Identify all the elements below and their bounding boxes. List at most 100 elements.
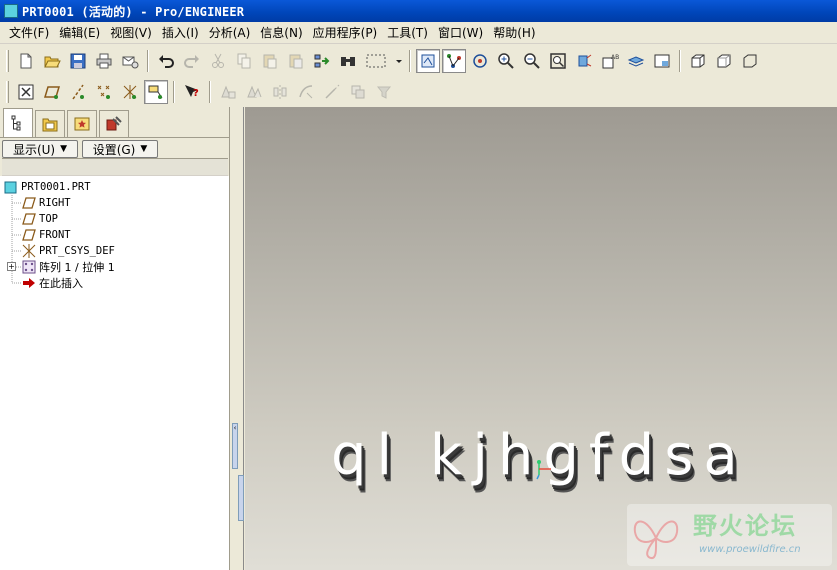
menu-insert[interactable]: 插入(I) [157,24,204,41]
model-tree-header [2,158,228,176]
watermark-url: www.proewildfire.cn [699,544,801,555]
csys-display-icon[interactable] [118,80,142,104]
view-manager-icon[interactable] [650,49,674,73]
send-mail-icon[interactable] [118,49,142,73]
site-watermark: 野火论坛 www.proewildfire.cn [627,504,832,566]
datum-plane-icon [22,212,36,226]
chevron-down-icon: ▼ [140,144,148,154]
tree-item-label: FRONT [39,229,71,241]
spin-center-icon[interactable] [442,49,466,73]
csys-triad-icon [536,460,551,480]
collapse-panel-handle[interactable]: ‹ [232,423,238,469]
tree-root-part[interactable]: PRT0001.PRT [4,179,91,195]
navigator-controls: 显示(U) ▼ 设置(G) ▼ [0,138,229,160]
tree-item-top[interactable]: TOP [22,211,58,227]
orient-mode-icon[interactable] [468,49,492,73]
tree-item-label: 在此插入 [39,277,83,290]
paste-icon[interactable] [258,49,282,73]
tree-item-right[interactable]: RIGHT [22,195,71,211]
context-help-icon[interactable]: ? [180,80,204,104]
menu-help[interactable]: 帮助(H) [488,24,540,41]
graphics-window[interactable]: ql kjhgfdsa [245,107,837,570]
tree-item-label: RIGHT [39,197,71,209]
datum-plane-icon [22,228,36,242]
cut-icon[interactable] [206,49,230,73]
tree-expander-icon[interactable]: + [7,262,16,271]
menu-file[interactable]: 文件(F) [4,24,54,41]
tree-item-csys[interactable]: PRT_CSYS_DEF [22,243,115,259]
title-bar: PRT0001 (活动的) - Pro/ENGINEER [0,0,837,22]
hidden-line-icon[interactable] [712,49,736,73]
datum-point-display-icon[interactable] [92,80,116,104]
selection-box-icon[interactable] [362,49,392,73]
toolbar-separator [209,80,211,103]
tree-item-pattern[interactable]: 阵列 1 / 拉伸 1 [22,259,115,275]
favorites-tab[interactable] [67,110,97,137]
saved-views-icon[interactable]: AB [598,49,622,73]
menu-window[interactable]: 窗口(W) [433,24,488,41]
undo-icon[interactable] [154,49,178,73]
toolbar-separator [679,50,681,72]
show-dropdown-label: 显示(U) [12,142,56,157]
chevron-down-icon[interactable] [394,49,404,73]
print-icon[interactable] [92,49,116,73]
expand-panel-handle[interactable] [238,475,244,521]
coordinate-system-icon [22,244,36,258]
main-toolbar: AB [0,46,837,77]
redo-icon[interactable] [180,49,204,73]
toolbar-separator [409,50,411,72]
zoom-out-icon[interactable] [520,49,544,73]
show-dropdown[interactable]: 显示(U) ▼ [2,140,78,158]
tree-item-front[interactable]: FRONT [22,227,71,243]
svg-text:AB: AB [611,54,619,61]
menu-edit[interactable]: 编辑(E) [54,24,105,41]
tree-item-label: 阵列 1 / 拉伸 1 [39,261,115,274]
panel-splitter[interactable]: ‹ [230,107,244,570]
annotation-display-icon[interactable] [144,79,168,104]
butterfly-logo-icon [633,520,679,559]
reorient-icon[interactable] [572,49,596,73]
menu-bar: 文件(F) 编辑(E) 视图(V) 插入(I) 分析(A) 信息(N) 应用程序… [0,22,837,44]
zoom-in-icon[interactable] [494,49,518,73]
layers-icon[interactable] [624,49,648,73]
menu-tools[interactable]: 工具(T) [382,24,433,41]
settings-dropdown[interactable]: 设置(G) ▼ [82,140,158,158]
menu-applications[interactable]: 应用程序(P) [308,24,383,41]
mirror-icon[interactable] [268,80,292,104]
insert-arrow-icon [22,276,36,290]
wireframe-icon[interactable] [738,49,762,73]
extend-icon[interactable] [320,80,344,104]
menu-info[interactable]: 信息(N) [255,24,307,41]
connections-tab[interactable] [99,110,129,137]
datum-plane-display-icon[interactable] [40,80,64,104]
datum-axis-display-icon[interactable] [66,80,90,104]
toolbar-grip [6,50,9,72]
close-window-icon[interactable] [14,80,38,104]
copy-icon[interactable] [232,49,256,73]
trim-icon[interactable] [294,80,318,104]
shading-icon[interactable] [686,49,710,73]
model-tree-tab[interactable] [3,108,33,137]
paste-special-icon[interactable] [284,49,308,73]
pattern-icon[interactable] [242,80,266,104]
regenerate-icon[interactable] [310,49,334,73]
menu-analysis[interactable]: 分析(A) [204,24,256,41]
toolbar-separator [173,80,175,103]
model-tree: PRT0001.PRT RIGHT TOP FRONT PRT_CSYS_DEF… [0,176,229,570]
repaint-icon[interactable] [416,49,440,73]
find-icon[interactable] [336,49,360,73]
refit-icon[interactable] [546,49,570,73]
datum-toolbar: ? [0,76,837,107]
open-folder-icon[interactable] [40,49,64,73]
window-title: PRT0001 (活动的) - Pro/ENGINEER [22,4,245,19]
settings-dropdown-label: 设置(G) [92,142,136,157]
edit-definition-icon[interactable] [216,80,240,104]
save-icon[interactable] [66,49,90,73]
filter-icon[interactable] [372,80,396,104]
folder-browser-tab[interactable] [35,110,65,137]
merge-icon[interactable] [346,80,370,104]
chevron-down-icon: ▼ [60,144,68,154]
menu-view[interactable]: 视图(V) [105,24,157,41]
tree-item-insert-here[interactable]: 在此插入 [22,275,83,291]
new-file-icon[interactable] [14,49,38,73]
